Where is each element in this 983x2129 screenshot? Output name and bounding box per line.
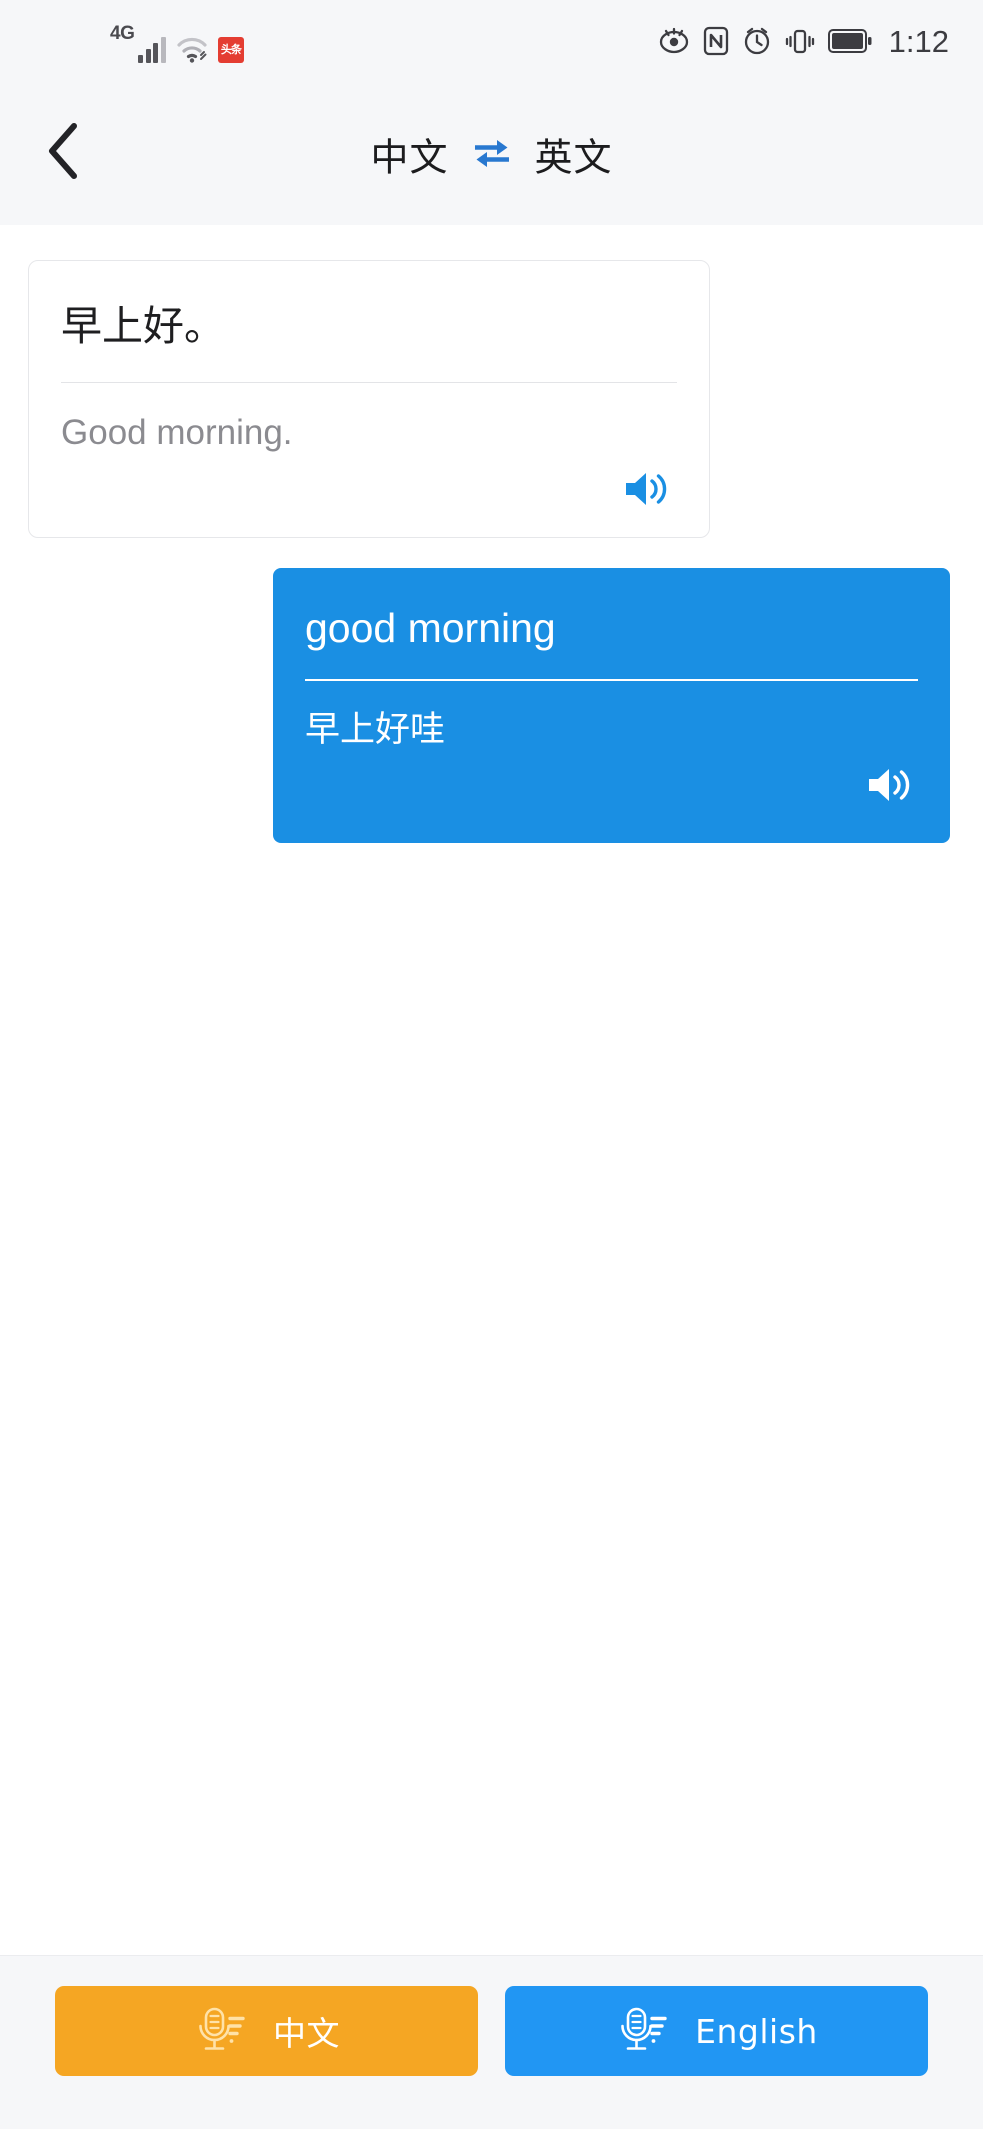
translation-card-target[interactable]: good morning 早上好哇	[273, 568, 950, 843]
translation-conversation: 早上好。 Good morning. good morning 早上好哇	[0, 225, 983, 1955]
swap-horizontal-icon[interactable]	[471, 137, 513, 171]
toutiao-app-badge: 头条	[217, 37, 244, 63]
status-bar-left-group: 4G 头条	[110, 19, 244, 63]
speaker-icon[interactable]	[621, 467, 673, 511]
source-card-speaker-row	[61, 467, 673, 511]
translation-card-source[interactable]: 早上好。 Good morning.	[28, 260, 710, 538]
target-card-speaker-row	[305, 763, 916, 807]
cellular-signal-icon: 4G	[110, 24, 166, 63]
wifi-icon	[175, 35, 209, 63]
mic-button-target-label: English	[695, 2011, 818, 2051]
mic-button-source-label: 中文	[273, 2014, 340, 2053]
source-card-primary-text: 早上好。	[61, 302, 225, 350]
back-button[interactable]	[28, 118, 100, 190]
target-card-divider	[305, 679, 918, 682]
target-card-secondary-text: 早上好哇	[305, 710, 446, 751]
source-card-secondary-text: Good morning.	[61, 413, 293, 453]
microphone-icon	[193, 2004, 247, 2058]
source-language-label[interactable]: 中文	[370, 126, 448, 181]
app-header: 中文 英文	[0, 82, 983, 225]
network-type-label: 4G	[110, 23, 135, 44]
target-language-label[interactable]: 英文	[535, 126, 613, 181]
mic-button-target-language[interactable]: English	[505, 1986, 928, 2076]
chevron-left-icon	[43, 120, 85, 187]
language-switcher[interactable]: 中文 英文	[370, 126, 612, 181]
alarm-clock-icon	[742, 26, 772, 56]
status-bar-right-group: 1:12	[658, 19, 949, 63]
speaker-icon[interactable]	[864, 763, 916, 807]
eye-comfort-icon	[658, 27, 690, 55]
mic-button-source-language[interactable]: 中文	[55, 1986, 478, 2076]
nfc-icon	[703, 26, 729, 56]
status-bar-clock: 1:12	[888, 23, 949, 59]
source-card-divider	[61, 382, 677, 384]
battery-icon	[827, 28, 872, 54]
bottom-action-bar: 中文 English	[0, 1955, 983, 2129]
status-bar: 4G 头条 1:12	[0, 0, 983, 82]
signal-bars-icon	[138, 35, 166, 63]
app-screen: 4G 头条 1:12 中文 英文 早上好。 Good morning. good…	[0, 0, 983, 2129]
vibrate-icon	[785, 26, 815, 56]
target-card-primary-text: good morning	[305, 605, 556, 651]
microphone-icon	[615, 2004, 669, 2058]
